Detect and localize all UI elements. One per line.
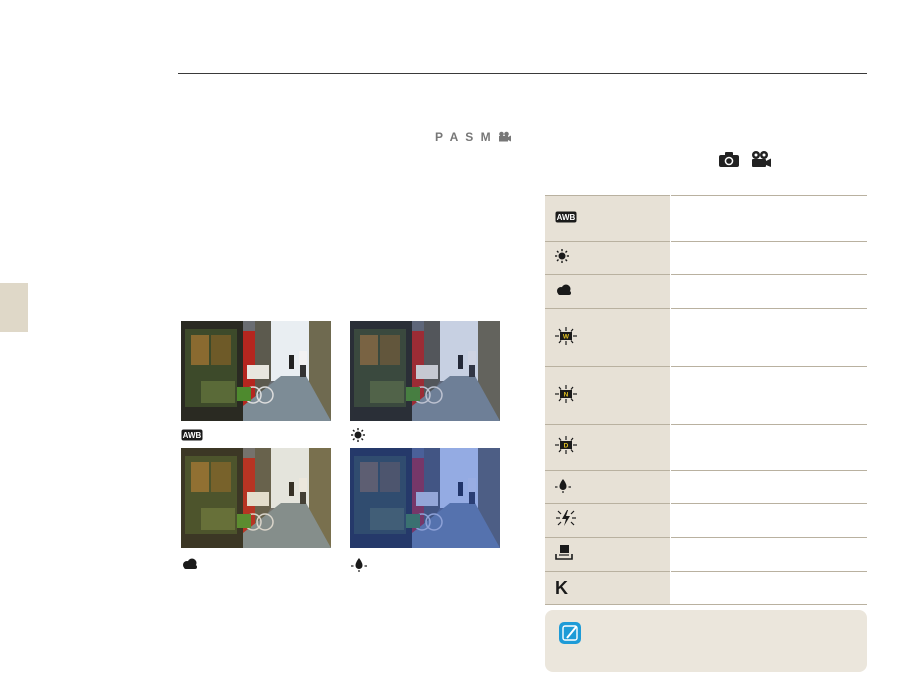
awb-icon: AWB bbox=[181, 429, 203, 441]
tungsten-icon bbox=[351, 556, 367, 572]
section-side-tab bbox=[0, 283, 28, 332]
fluorescent-w-icon: W bbox=[555, 327, 577, 345]
table-row: K bbox=[545, 571, 867, 605]
table-icon-cell bbox=[545, 470, 671, 504]
custom-wb-icon bbox=[555, 545, 573, 560]
white-balance-table: AWB W N D K bbox=[545, 195, 867, 605]
memo-pencil-icon bbox=[559, 622, 581, 644]
table-desc-cell bbox=[670, 537, 867, 572]
svg-text:AWB: AWB bbox=[183, 431, 202, 440]
table-icon-cell: D bbox=[545, 424, 671, 471]
fluorescent-d-icon: D bbox=[555, 436, 577, 454]
cloudy-icon bbox=[181, 558, 199, 570]
movie-camera-icon bbox=[752, 151, 771, 167]
table-desc-cell bbox=[670, 274, 867, 309]
photo-cloudy bbox=[181, 448, 331, 548]
photo-daylight bbox=[350, 321, 500, 421]
flash-wb-icon bbox=[556, 510, 576, 526]
available-mode-icons bbox=[718, 150, 772, 168]
daylight-icon bbox=[351, 428, 365, 442]
table-icon-cell bbox=[545, 503, 671, 538]
daylight-icon bbox=[555, 248, 569, 263]
photo-awb bbox=[181, 321, 331, 421]
table-desc-cell bbox=[670, 470, 867, 504]
camera-mode-icon bbox=[719, 151, 739, 167]
table-desc-cell bbox=[670, 571, 867, 605]
table-row: AWB bbox=[545, 195, 867, 242]
fluorescent-letter: D bbox=[564, 443, 569, 450]
table-row: N bbox=[545, 366, 867, 425]
shooting-mode-icons: P A S M bbox=[435, 130, 511, 144]
table-icon-cell: K bbox=[545, 571, 671, 605]
kelvin-icon: K bbox=[555, 577, 568, 598]
photo-tint bbox=[350, 321, 500, 421]
table-row bbox=[545, 241, 867, 275]
table-desc-cell bbox=[670, 366, 867, 425]
table-desc-cell bbox=[670, 424, 867, 471]
photo-tint bbox=[350, 448, 500, 548]
movie-mode-icon bbox=[498, 131, 511, 142]
tungsten-icon bbox=[555, 478, 571, 493]
note-box bbox=[545, 610, 867, 672]
header-rule bbox=[178, 73, 867, 74]
table-row bbox=[545, 470, 867, 504]
svg-text:AWB: AWB bbox=[557, 213, 576, 222]
table-icon-cell: AWB bbox=[545, 195, 671, 242]
fluorescent-letter: W bbox=[563, 334, 570, 341]
table-icon-cell bbox=[545, 537, 671, 572]
table-icon-cell: W bbox=[545, 308, 671, 367]
table-icon-cell bbox=[545, 274, 671, 309]
table-row bbox=[545, 537, 867, 572]
table-row bbox=[545, 274, 867, 309]
cloudy-icon bbox=[557, 284, 571, 295]
photo-tint bbox=[181, 448, 331, 548]
table-desc-cell bbox=[670, 241, 867, 275]
mode-letters: P A S M bbox=[435, 130, 493, 144]
fluorescent-letter: N bbox=[564, 392, 569, 399]
fluorescent-n-icon: N bbox=[555, 385, 577, 403]
table-desc-cell bbox=[670, 308, 867, 367]
awb-icon: AWB bbox=[555, 211, 577, 222]
photo-tungsten bbox=[350, 448, 500, 548]
table-row bbox=[545, 503, 867, 538]
table-row: D bbox=[545, 424, 867, 471]
table-row: W bbox=[545, 308, 867, 367]
table-desc-cell bbox=[670, 503, 867, 538]
table-desc-cell bbox=[670, 195, 867, 242]
table-icon-cell: N bbox=[545, 366, 671, 425]
table-icon-cell bbox=[545, 241, 671, 275]
